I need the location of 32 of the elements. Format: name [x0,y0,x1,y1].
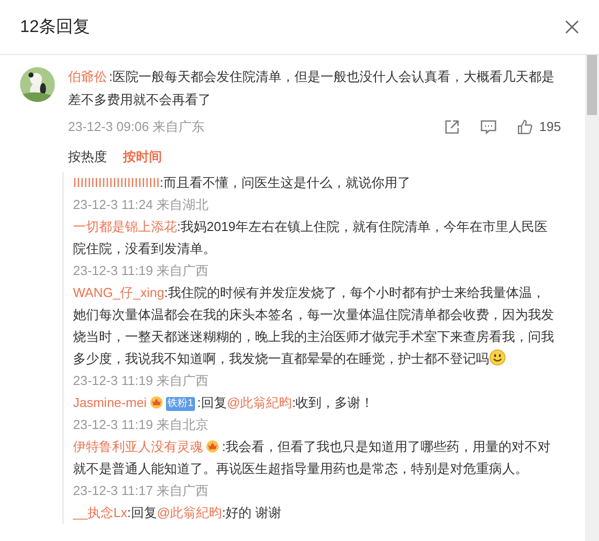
dialog-title: 12条回复 [20,16,90,38]
share-icon[interactable] [444,118,460,135]
reply-text: IIIIIIIIIIIIIIIIIIIIIIII:而且看不懂，问医生这是什么，就说你用了 [73,174,412,192]
reply-text: 一切都是锦上添花:我妈2019年左右在镇上住院，就有住院清单，今年在市里人民医院住院，没看到发清单。 [73,218,549,258]
timestamp: 23-12-3 11:19 来自广西 [73,372,210,390]
user-link[interactable]: 一切都是锦上添花 [73,219,177,234]
user-link[interactable]: 伊特鲁利亚人没有灵魂 [73,439,203,454]
timestamp: 23-12-3 11:19 来自广西 [73,262,210,280]
user-link[interactable]: Jasmine-mei [73,395,147,410]
reply-text: Jasmine-mei 铁粉1 :回复@此翁紀昀:收到，多谢！ [73,393,375,413]
reply-text: __执念Lx:回复@此翁紀昀:好的 谢谢 [73,504,282,522]
close-icon[interactable] [565,20,579,34]
comment-text: 伯爺伀:医院一般每天都会发住院清单，但是一般也没什人会认真看，大概看几天都是差不多费用就不会再看了 [68,68,555,109]
sort-tab[interactable]: 按热度 [68,146,107,166]
like-button[interactable]: 195 [517,117,561,136]
timestamp: 23-12-3 11:19 来自北京 [73,416,210,434]
scrollbar[interactable] [585,55,599,541]
comment-icon[interactable] [480,118,498,135]
fan-badge: 铁粉1 [166,397,196,411]
sort-tab[interactable]: 按时间 [123,146,162,166]
mention-link[interactable]: @此翁紀昀 [156,505,222,520]
user-link[interactable]: __执念Lx [73,505,128,520]
user-link[interactable]: IIIIIIIIIIIIIIIIIIIIIIII [73,175,160,190]
reply-text: 伊特鲁利亚人没有灵魂 :我会看，但看了我也只是知道用了哪些药，用量的对不对就不是普通人能知道了。再说医生超指导量用药也是常态，特别是对危重病人。 [73,437,552,478]
thumbs-up-icon [517,118,534,135]
timestamp: 23-12-3 11:24 来自湖北 [73,196,210,214]
user-link[interactable]: WANG_仔_xing [73,285,164,300]
timestamp: 23-12-3 11:17 来自广西 [73,482,210,500]
mention-link[interactable]: @此翁紀昀 [226,395,292,410]
user-link[interactable]: 伯爺伀 [68,69,107,84]
timestamp: 23-12-3 09:06 来自广东 [68,118,205,136]
reply-text: WANG_仔_xing:我住院的时候有并发症发烧了，每个小时都有护士来给我量体温，她们每次量体温都会在我的床头本签名，每一次量体温住院清单都会收费，因为我发烧当时，一整天都迷迷糊糊的，晚上我的主治医师才做完手术室下来查房看我，问我多少度，我说我不知道啊，我发烧一直都晕晕的在睡觉，护士都不登记吗 [73,284,555,368]
